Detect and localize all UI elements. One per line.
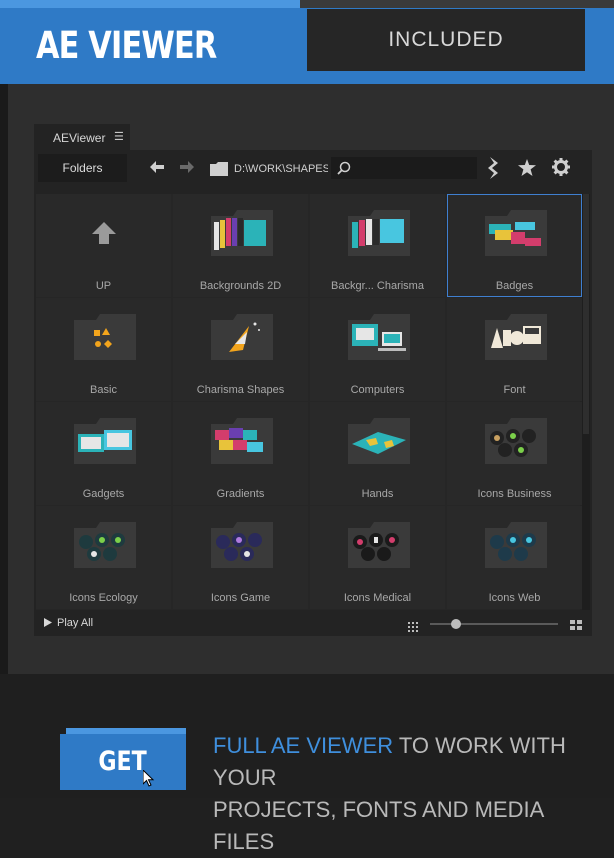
panel-frame: Folders D:\WORK\SHAPES\ UP Backgrounds 2… xyxy=(34,150,592,636)
scrollbar-thumb[interactable] xyxy=(583,194,589,434)
folder-icon xyxy=(485,210,547,261)
grid-item-label: Icons Medical xyxy=(343,592,412,604)
folder-icon xyxy=(74,418,136,469)
mouse-cursor-icon xyxy=(142,768,155,793)
grid-item-label: Gadgets xyxy=(82,488,125,500)
folder-icon xyxy=(348,522,410,573)
grid-item-label: Icons Game xyxy=(210,592,271,604)
grid-item-icons-business[interactable]: Icons Business xyxy=(447,402,582,505)
promo-highlight: FULL AE VIEWER xyxy=(213,733,394,758)
banner-dark-edge xyxy=(300,0,614,8)
folder-icon xyxy=(348,210,410,261)
folder-icon xyxy=(485,522,547,573)
grid-item-label: Backgr... Charisma xyxy=(331,280,424,292)
grid-item-label: Font xyxy=(503,384,526,396)
folder-icon xyxy=(211,314,273,365)
gear-icon[interactable] xyxy=(552,158,570,181)
grid-item-label: Icons Business xyxy=(477,488,552,500)
grid-item-label: Badges xyxy=(495,280,534,292)
large-grid-icon[interactable] xyxy=(570,618,582,636)
zoom-slider-track[interactable] xyxy=(430,623,558,625)
grid-item-backgrounds-charisma[interactable]: Backgr... Charisma xyxy=(310,194,445,297)
grid-item-charisma-shapes[interactable]: Charisma Shapes xyxy=(173,298,308,401)
folder-icon xyxy=(74,314,136,365)
grid-item-icons-ecology[interactable]: Icons Ecology xyxy=(36,506,171,609)
page-title: AE VIEWER xyxy=(36,24,217,67)
ae-logo-icon[interactable] xyxy=(486,157,502,184)
grid-item-label: Gradients xyxy=(216,488,265,500)
grid-item-gadgets[interactable]: Gadgets xyxy=(36,402,171,505)
folder-icon xyxy=(211,522,273,573)
grid-item-label: Hands xyxy=(361,488,394,500)
star-icon[interactable] xyxy=(518,159,536,181)
included-badge: INCLUDED xyxy=(307,9,585,71)
grid-item-basic[interactable]: Basic xyxy=(36,298,171,401)
grid-item-up[interactable]: UP xyxy=(36,194,171,297)
grid-item-label: Charisma Shapes xyxy=(196,384,285,396)
search-input[interactable] xyxy=(331,157,477,179)
play-all-label: Play All xyxy=(57,617,94,629)
path-field[interactable]: D:\WORK\SHAPES\ xyxy=(234,163,328,175)
promo-line2: PROJECTS, FONTS AND MEDIA FILES xyxy=(213,797,544,854)
panel-menu-icon[interactable]: ☰ xyxy=(114,130,124,143)
grid-item-font[interactable]: Font xyxy=(447,298,582,401)
folder-icon xyxy=(348,314,410,365)
search-icon xyxy=(337,161,351,175)
folder-icon xyxy=(211,418,273,469)
folder-icon xyxy=(210,162,228,181)
folders-button[interactable]: Folders xyxy=(38,154,127,182)
get-button-label: GET xyxy=(98,746,148,777)
grid-item-hands[interactable]: Hands xyxy=(310,402,445,505)
grid-item-icons-game[interactable]: Icons Game xyxy=(173,506,308,609)
tab-aeviewer[interactable]: AEViewer ☰ xyxy=(34,124,130,150)
vertical-scrollbar[interactable] xyxy=(582,194,590,610)
bottom-bar: Play All xyxy=(34,612,592,636)
folder-icon xyxy=(485,418,547,469)
folder-icon xyxy=(211,210,273,261)
play-all-button[interactable]: Play All xyxy=(44,617,93,629)
folder-icon xyxy=(74,522,136,573)
back-arrow-icon[interactable] xyxy=(150,160,164,176)
play-icon xyxy=(44,618,52,627)
grid-item-badges[interactable]: Badges xyxy=(447,194,582,297)
folder-icon xyxy=(348,418,410,469)
tab-label: AEViewer xyxy=(53,131,106,145)
grid-item-label: Icons Web xyxy=(488,592,541,604)
banner-edge xyxy=(0,0,310,8)
grid-item-backgrounds-2d[interactable]: Backgrounds 2D xyxy=(173,194,308,297)
grid-item-label: Backgrounds 2D xyxy=(199,280,282,292)
grid-item-icons-web[interactable]: Icons Web xyxy=(447,506,582,609)
folder-grid: UP Backgrounds 2D Backgr... Charisma Bad… xyxy=(36,194,582,610)
grid-item-label: UP xyxy=(95,280,112,292)
side-shadow xyxy=(0,84,8,674)
promo-text: FULL AE VIEWER TO WORK WITH YOUR PROJECT… xyxy=(213,730,603,858)
grid-item-icons-medical[interactable]: Icons Medical xyxy=(310,506,445,609)
ae-viewer-panel: AEViewer ☰ Folders D:\WORK\SHAPES\ UP Ba… xyxy=(34,124,592,636)
up-arrow-icon xyxy=(92,222,116,249)
zoom-slider-handle[interactable] xyxy=(450,619,461,629)
grid-item-gradients[interactable]: Gradients xyxy=(173,402,308,505)
toolbar: Folders D:\WORK\SHAPES\ xyxy=(34,150,592,188)
small-grid-icon[interactable] xyxy=(408,619,418,637)
grid-item-label: Basic xyxy=(90,384,117,396)
grid-item-computers[interactable]: Computers xyxy=(310,298,445,401)
grid-item-label: Computers xyxy=(350,384,405,396)
folder-icon xyxy=(485,314,547,365)
get-button[interactable]: GET xyxy=(60,734,186,790)
grid-item-label: Icons Ecology xyxy=(69,592,138,604)
forward-arrow-icon[interactable] xyxy=(180,160,194,176)
